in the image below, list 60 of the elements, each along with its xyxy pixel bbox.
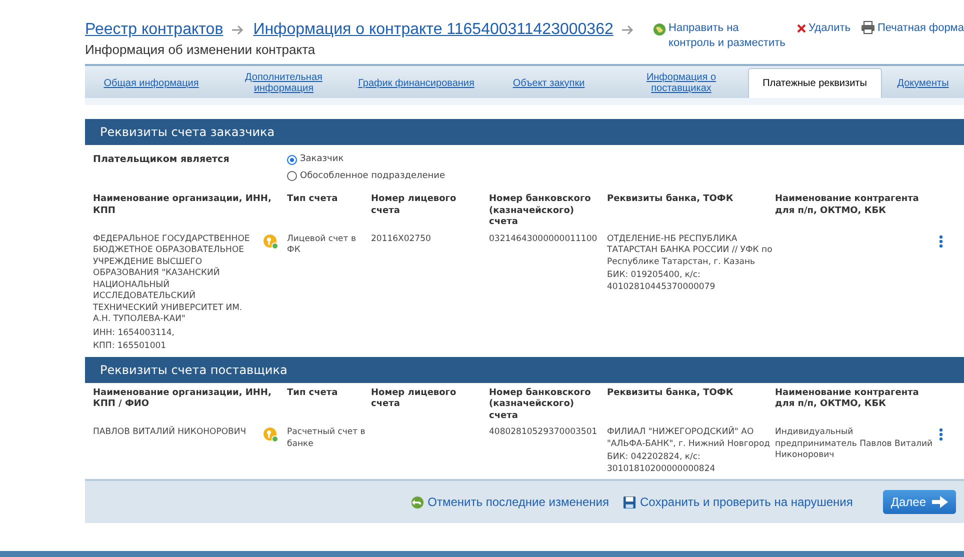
radio-button[interactable] bbox=[287, 171, 297, 182]
column-header: Тип счета bbox=[287, 388, 339, 400]
column-header: Реквизиты банка, ТОФК bbox=[607, 194, 734, 206]
table-cell-text: ФИЛИАЛ "НИЖЕГОРОДСКИЙ" АО "АЛЬФА-БАНК", г. Нижний Новгород bbox=[607, 427, 772, 450]
action-link[interactable]: Удалить bbox=[808, 21, 851, 36]
action-link[interactable]: Печатная форма bbox=[878, 21, 964, 36]
radio-label[interactable]: Заказчик bbox=[300, 153, 344, 166]
section-header: Реквизиты счета заказчика bbox=[85, 119, 964, 145]
arrow-right-icon bbox=[232, 25, 244, 35]
arrow-right-icon bbox=[932, 496, 948, 508]
table-cell-text: ПАВЛОВ ВИТАЛИЙ НИКОНОРОВИЧ bbox=[93, 427, 248, 438]
key-icon bbox=[263, 427, 279, 443]
column-header: Номер лицевого счета bbox=[371, 388, 458, 411]
table-cell: Расчетный счет в банке bbox=[287, 427, 366, 448]
more-menu-icon[interactable] bbox=[939, 428, 943, 441]
table-cell-text: ФЕДЕРАЛЬНОЕ ГОСУДАРСТВЕННОЕ БЮДЖЕТНОЕ ОБРАЗОВАТЕЛЬНОЕ УЧРЕЖДЕНИЕ ВЫСШЕГО ОБРАЗОВАНИЯ "КАЗАНСКИЙ НАЦИОНАЛЬНЫЙ ИССЛЕДОВАТЕЛЬСКИЙ ТЕХНИЧЕСКИЙ УНИВЕРСИТЕТ ИМ. А.Н. ТУПОЛЕВА-КАИ" bbox=[93, 234, 251, 326]
key-icon bbox=[263, 234, 279, 250]
radio-label[interactable]: Обособленное подразделение bbox=[300, 170, 446, 183]
arrow-right-icon bbox=[622, 25, 634, 35]
table-cell-text: КПП: 165501001 bbox=[93, 341, 168, 352]
tab[interactable]: График финансирования bbox=[350, 68, 482, 98]
table-cell: 20116X02750 bbox=[371, 234, 431, 244]
tab[interactable]: Общая информация bbox=[85, 68, 218, 98]
page-subtitle: Информация об изменении контракта bbox=[85, 42, 316, 57]
tab[interactable]: Платежные реквизиты bbox=[748, 68, 882, 98]
breadcrumb-link[interactable]: Реестр контрактов bbox=[85, 18, 224, 42]
section-header: Реквизиты счета поставщика bbox=[85, 356, 964, 382]
column-header: Номер банковского (казначейского) счета bbox=[489, 194, 592, 228]
footer-link[interactable]: Сохранить и проверить на нарушения bbox=[640, 493, 853, 511]
tab[interactable]: Дополнительная информация bbox=[218, 68, 350, 98]
action-link[interactable]: Направить на контроль и разместить bbox=[668, 21, 787, 51]
column-header: Наименование контрагента для п/п, ОКТМО, КБК bbox=[775, 388, 920, 411]
table-cell: Индивидуальный предприниматель Павлов Виталий Никонорович bbox=[775, 427, 933, 460]
delete-icon bbox=[796, 24, 806, 33]
table-cell-text: ИНН: 1654003114, bbox=[93, 328, 176, 339]
footer-link[interactable]: Отменить последние изменения bbox=[428, 493, 610, 511]
column-header: Тип счета bbox=[287, 194, 339, 206]
table-cell: 40802810529370003501 bbox=[489, 427, 598, 437]
column-header: Наименование контрагента для п/п, ОКТМО, КБК bbox=[775, 194, 920, 218]
printer-icon bbox=[860, 21, 875, 34]
payer-label: Плательщиком является bbox=[93, 153, 230, 167]
radio-button[interactable] bbox=[287, 154, 297, 165]
undo-icon bbox=[410, 496, 424, 508]
table-cell: 03214643000000011100 bbox=[489, 234, 598, 244]
table-cell-text: БИК: 019205400, к/с: 40102810445370000079 bbox=[607, 270, 716, 293]
table-cell-text: БИК: 042202824, к/с: 30101810200000000824 bbox=[607, 452, 716, 475]
tab[interactable]: Объект закупки bbox=[482, 68, 615, 98]
next-button[interactable]: Далее bbox=[882, 490, 956, 514]
table-cell: ОТДЕЛЕНИЕ-НБ РЕСПУБЛИКА ТАТАРСТАН БАНКА РОССИИ // УФК по Республике Татарстан, г. Казань bbox=[607, 234, 773, 268]
breadcrumb-link[interactable]: Информация о контракте 1165400311423000362 bbox=[253, 18, 614, 42]
globe-icon bbox=[652, 23, 666, 36]
column-header: Номер лицевого счета bbox=[371, 194, 458, 218]
tab[interactable]: Документы bbox=[882, 68, 964, 98]
column-header: Реквизиты банка, ТОФК bbox=[607, 388, 734, 400]
column-header: Номер банковского (казначейского) счета bbox=[489, 388, 592, 422]
tab[interactable]: Информация о поставщиках bbox=[615, 68, 748, 98]
column-header: Наименование организации, ИНН, КПП bbox=[93, 194, 272, 218]
more-menu-icon[interactable] bbox=[939, 234, 943, 248]
table-cell: Лицевой счет в ФК bbox=[287, 234, 356, 255]
column-header: Наименование организации, ИНН, КПП / ФИО bbox=[93, 388, 272, 411]
